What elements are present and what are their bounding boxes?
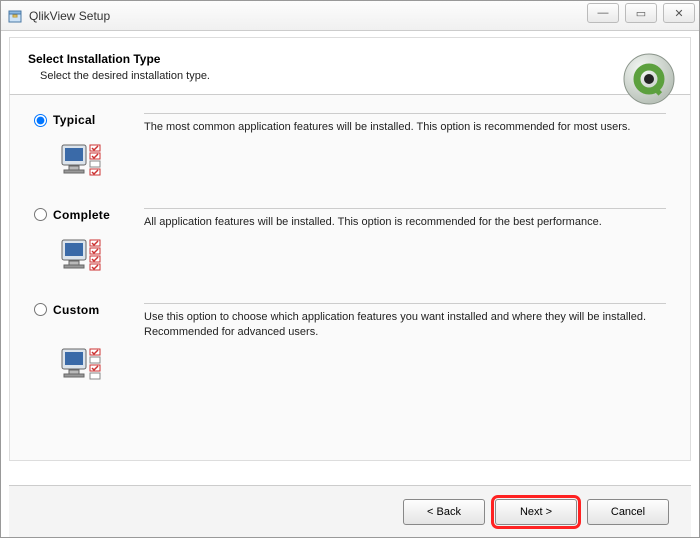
back-button-label: < Back — [427, 506, 461, 518]
back-button[interactable]: < Back — [403, 499, 485, 525]
next-button[interactable]: Next > — [495, 499, 577, 525]
close-button[interactable]: ✕ — [663, 3, 695, 23]
qlikview-logo-icon — [622, 52, 676, 106]
radio-custom-label: Custom — [53, 303, 99, 317]
maximize-icon: ▭ — [636, 7, 646, 20]
option-typical: Typical The most common application feat… — [34, 113, 666, 135]
radio-complete-label: Complete — [53, 208, 110, 222]
wizard-footer: < Back Next > Cancel — [9, 485, 691, 537]
typical-computer-icon — [60, 141, 106, 185]
page-title: Select Installation Type — [28, 52, 672, 66]
titlebar: QlikView Setup — ▭ ✕ — [1, 1, 699, 31]
minimize-icon: — — [598, 7, 609, 19]
page-subtitle: Select the desired installation type. — [28, 70, 672, 82]
wizard-header: Select Installation Type Select the desi… — [9, 37, 691, 95]
desc-complete: All application features will be install… — [144, 208, 666, 230]
radio-custom[interactable] — [34, 303, 47, 316]
cancel-button-label: Cancel — [611, 506, 645, 518]
radio-complete[interactable] — [34, 208, 47, 221]
desc-typical: The most common application features wil… — [144, 113, 666, 135]
radio-typical[interactable] — [34, 114, 47, 127]
maximize-button[interactable]: ▭ — [625, 3, 657, 23]
close-icon: ✕ — [674, 7, 683, 20]
cancel-button[interactable]: Cancel — [587, 499, 669, 525]
custom-computer-icon — [60, 345, 106, 389]
next-button-label: Next > — [520, 506, 552, 518]
desc-custom: Use this option to choose which applicat… — [144, 303, 666, 340]
window-controls: — ▭ ✕ — [587, 3, 695, 23]
radio-typical-label: Typical — [53, 113, 96, 127]
setup-window: QlikView Setup — ▭ ✕ Select Installation… — [0, 0, 700, 538]
minimize-button[interactable]: — — [587, 3, 619, 23]
installer-package-icon — [7, 8, 23, 24]
window-title: QlikView Setup — [29, 9, 110, 23]
complete-computer-icon — [60, 236, 106, 280]
wizard-content: Typical The most common application feat… — [9, 95, 691, 461]
option-custom: Custom Use this option to choose which a… — [34, 303, 666, 340]
option-complete: Complete All application features will b… — [34, 208, 666, 230]
